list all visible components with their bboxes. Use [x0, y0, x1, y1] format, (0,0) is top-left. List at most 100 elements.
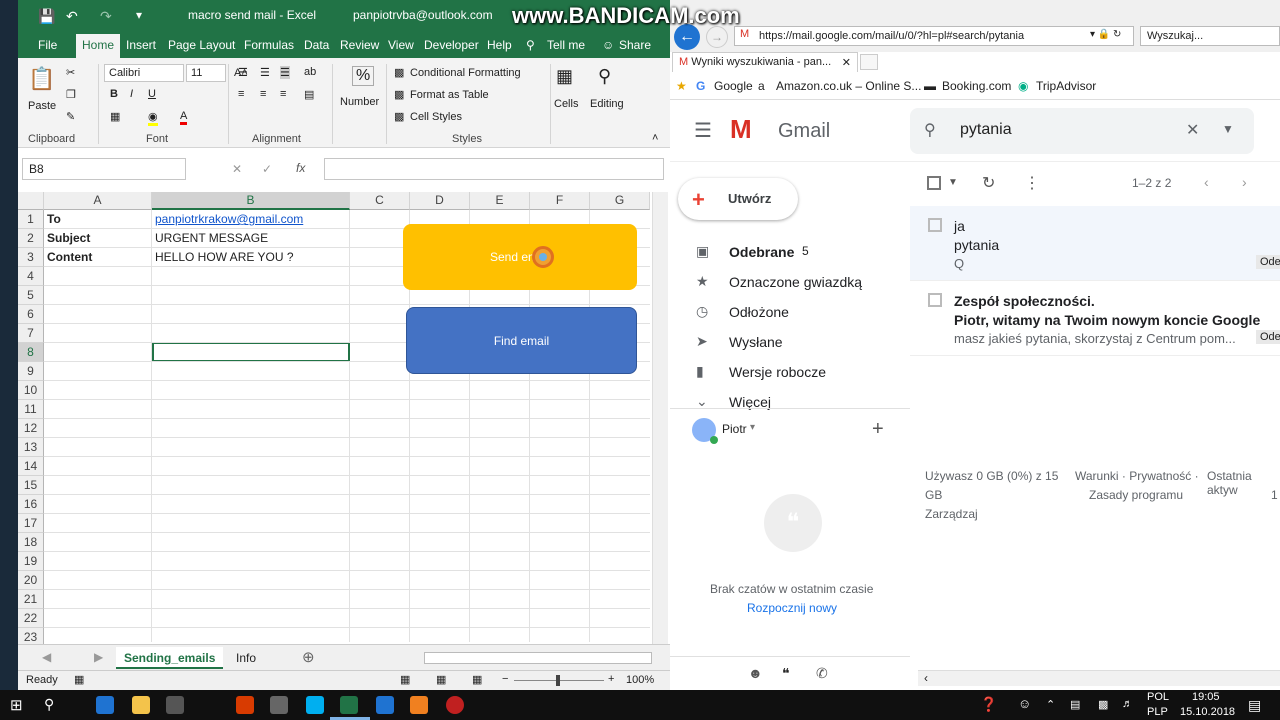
col-header-d[interactable]: D [410, 192, 470, 210]
col-header-e[interactable]: E [470, 192, 530, 210]
horizontal-scrollbar[interactable]: ‹ [918, 670, 1280, 686]
find-email-button[interactable]: Find email [406, 307, 637, 374]
cell-a1[interactable]: To [44, 210, 61, 229]
close-tab-icon[interactable]: ✕ [842, 56, 851, 69]
merge-icon[interactable]: ▤ [304, 88, 314, 101]
selected-cell-b8[interactable] [152, 342, 350, 362]
search-options-icon[interactable]: ▼ [1222, 122, 1234, 136]
taskbar-search-icon[interactable]: ⚲ [44, 696, 54, 713]
browser-tab[interactable]: M Wyniki wyszukiwania - pan... ✕ [672, 52, 858, 72]
underline-button[interactable]: U [148, 88, 156, 100]
vlc-icon[interactable] [410, 696, 428, 714]
row-header-2[interactable]: 2 [18, 229, 44, 248]
row-header-22[interactable]: 22 [18, 609, 44, 628]
col-header-b[interactable]: B [152, 192, 350, 210]
normal-view-icon[interactable]: ▦ [400, 673, 410, 686]
orientation-icon[interactable]: ab [304, 66, 316, 78]
share-button[interactable]: Share [619, 38, 651, 52]
name-box[interactable]: B8 [22, 158, 186, 180]
row-header-4[interactable]: 4 [18, 267, 44, 286]
align-middle-icon[interactable]: ☰ [260, 66, 270, 79]
zoom-level[interactable]: 100% [626, 674, 654, 686]
tab-help[interactable]: Help [487, 38, 512, 52]
windows-start-icon[interactable]: ⊞ [10, 696, 23, 714]
row-header-1[interactable]: 1 [18, 210, 44, 229]
clear-search-icon[interactable]: ✕ [1186, 120, 1199, 140]
align-bottom-icon[interactable]: ☰ [280, 66, 290, 79]
undo-icon[interactable]: ↶ [66, 8, 78, 25]
cells-button[interactable]: Cells [554, 98, 578, 110]
row-header-20[interactable]: 20 [18, 571, 44, 590]
add-sheet-icon[interactable]: ⊕ [302, 648, 315, 666]
formula-input[interactable] [324, 158, 664, 180]
align-right-icon[interactable]: ≡ [280, 88, 286, 100]
nav-sent[interactable]: Wysłane [729, 334, 783, 350]
row-header-19[interactable]: 19 [18, 552, 44, 571]
contacts-icon[interactable]: ☻ [748, 665, 763, 681]
row-header-8[interactable]: 8 [18, 343, 44, 362]
more-options-icon[interactable]: ⋮ [1024, 173, 1040, 193]
edge-icon[interactable] [96, 696, 114, 714]
tell-me-search[interactable]: Tell me [547, 38, 585, 52]
macro-record-icon[interactable]: ▦ [74, 673, 84, 686]
enter-icon[interactable]: ✓ [262, 162, 272, 176]
bookmark-amazon[interactable]: Amazon.co.uk – Online S... [776, 79, 921, 93]
font-size-box[interactable]: 11 [186, 64, 226, 82]
prev-page-icon[interactable]: ‹ [1204, 174, 1209, 190]
network-icon[interactable]: ▤ [1070, 698, 1080, 711]
bandicam-icon[interactable] [446, 696, 464, 714]
clock-time[interactable]: 19:05 [1192, 691, 1220, 703]
add-chat-icon[interactable]: + [872, 418, 884, 441]
row-header-7[interactable]: 7 [18, 324, 44, 343]
scroll-left-icon[interactable]: ‹ [924, 671, 928, 685]
row-header-12[interactable]: 12 [18, 419, 44, 438]
horizontal-scrollbar[interactable] [424, 652, 652, 664]
row-header-5[interactable]: 5 [18, 286, 44, 305]
main-menu-icon[interactable]: ☰ [694, 118, 712, 143]
mail-checkbox[interactable] [928, 293, 942, 307]
nav-snoozed[interactable]: Odłożone [729, 304, 789, 320]
nav-drafts[interactable]: Wersje robocze [729, 364, 826, 380]
tab-file[interactable]: File [38, 38, 57, 52]
manage-storage-link[interactable]: Zarządzaj [925, 507, 978, 521]
people-icon[interactable]: ☺ [1018, 696, 1031, 711]
cut-icon[interactable]: ✂ [66, 66, 75, 79]
row-header-13[interactable]: 13 [18, 438, 44, 457]
gmail-search-input[interactable]: pytania [910, 108, 1254, 154]
redo-icon[interactable]: ↷ [100, 8, 112, 25]
mail-label[interactable]: Ode [1256, 255, 1280, 269]
nav-starred[interactable]: Oznaczone gwiazdką [729, 274, 862, 290]
cancel-icon[interactable]: ✕ [232, 162, 242, 176]
zoom-slider-thumb[interactable] [556, 675, 560, 686]
forward-button[interactable]: → [706, 26, 728, 48]
font-name-box[interactable]: Calibri [104, 64, 184, 82]
sheet-tab-info[interactable]: Info [228, 647, 264, 669]
mail-label[interactable]: Ode [1256, 330, 1280, 344]
select-dropdown-icon[interactable]: ▼ [948, 177, 958, 188]
row-header-17[interactable]: 17 [18, 514, 44, 533]
bold-button[interactable]: B [110, 88, 118, 100]
refresh-icon[interactable]: ↻ [982, 173, 995, 193]
row-header-14[interactable]: 14 [18, 457, 44, 476]
col-header-f[interactable]: F [530, 192, 590, 210]
program-policy-link[interactable]: Zasady programu [1089, 488, 1183, 502]
vertical-scrollbar[interactable] [652, 192, 668, 644]
sheet-tab-sending-emails[interactable]: Sending_emails [116, 647, 224, 669]
bookmark-booking[interactable]: Booking.com [942, 79, 1011, 93]
paste-icon[interactable]: 📋 [28, 66, 55, 92]
tab-formulas[interactable]: Formulas [244, 38, 294, 52]
row-header-9[interactable]: 9 [18, 362, 44, 381]
help-icon[interactable]: ❓ [980, 696, 997, 713]
office-icon[interactable] [236, 696, 254, 714]
search-icon[interactable]: ⚲ [924, 120, 936, 140]
cell-b1-email-link[interactable]: panpiotrkrakow@gmail.com [152, 210, 303, 229]
cells-icon[interactable]: ▦ [556, 66, 573, 87]
function-icon[interactable]: fx [296, 161, 305, 175]
cell-b2[interactable]: URGENT MESSAGE [152, 229, 268, 248]
tab-data[interactable]: Data [304, 38, 329, 52]
skype-icon[interactable] [306, 696, 324, 714]
align-left-icon[interactable]: ≡ [238, 88, 244, 100]
paste-button[interactable]: Paste [28, 100, 56, 112]
row-header-15[interactable]: 15 [18, 476, 44, 495]
mail-row[interactable]: ja pytania Q Ode [910, 206, 1280, 281]
